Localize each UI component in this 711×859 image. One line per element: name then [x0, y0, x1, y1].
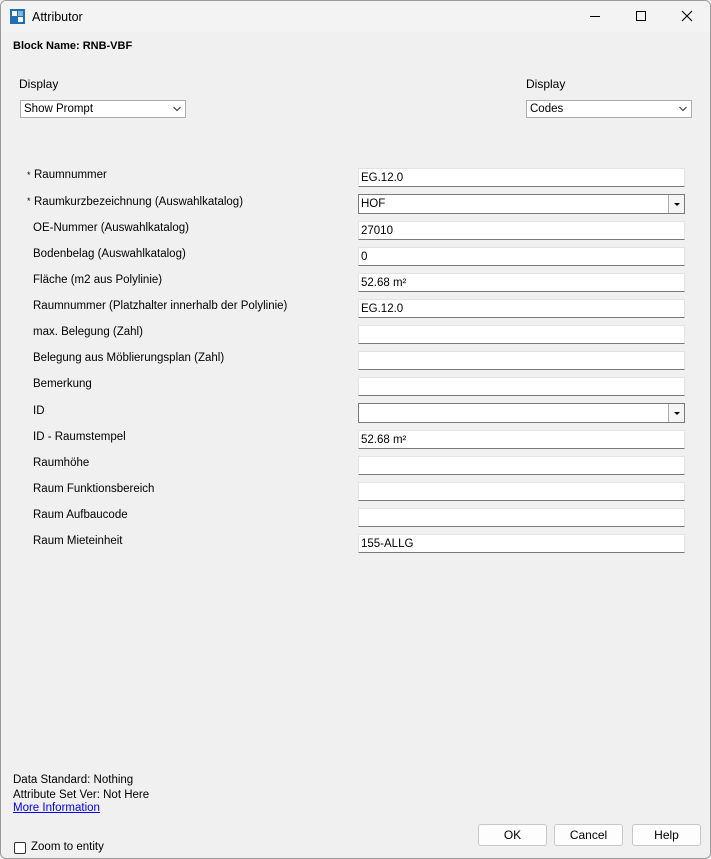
attr-label-mieteinheit: Raum Mieteinheit	[33, 535, 123, 547]
attr-field-max-belegung[interactable]	[358, 325, 685, 344]
attr-field-funktionsbereich[interactable]	[358, 482, 685, 501]
minimize-button[interactable]	[572, 1, 618, 32]
attr-label-raumnummer: Raumnummer	[34, 169, 107, 181]
attr-field-bodenbelag[interactable]: 0	[358, 247, 685, 266]
dropdown-arrow-icon	[674, 412, 680, 415]
attribute-set-text: Attribute Set Ver: Not Here	[13, 789, 150, 801]
attr-value-raumkurzbezeichnung: HOF	[361, 198, 386, 210]
window-title: Attributor	[32, 10, 83, 24]
close-icon	[681, 10, 693, 22]
display-left-label: Display	[19, 77, 59, 91]
chevron-down-icon	[173, 106, 181, 112]
chevron-down-icon	[679, 106, 687, 112]
attr-label-flaeche: Fläche (m2 aus Polylinie)	[33, 274, 163, 286]
attr-field-aufbaucode[interactable]	[358, 508, 685, 527]
maximize-icon	[636, 11, 646, 21]
attr-label-aufbaucode: Raum Aufbaucode	[33, 509, 128, 521]
data-standard-text: Data Standard: Nothing	[13, 774, 134, 786]
attr-select-raumkurzbezeichnung[interactable]: HOF	[358, 194, 685, 214]
more-information-link[interactable]: More Information	[13, 802, 100, 814]
display-right-label: Display	[526, 77, 566, 91]
attr-label-belegung-moeblierung: Belegung aus Möblierungsplan (Zahl)	[33, 352, 225, 364]
attr-field-id-raumstempel[interactable]: 52.68 m²	[358, 430, 685, 449]
maximize-button[interactable]	[618, 1, 664, 32]
title-bar[interactable]: Attributor	[1, 1, 710, 32]
attr-label-bemerkung: Bemerkung	[33, 378, 92, 390]
ok-button[interactable]: OK	[478, 824, 547, 846]
attr-field-mieteinheit[interactable]: 155-ALLG	[358, 534, 685, 553]
dropdown-arrow-icon	[674, 203, 680, 206]
block-name: Block Name: RNB-VBF	[13, 40, 133, 52]
help-button[interactable]: Help	[632, 824, 701, 846]
display-left-select[interactable]: Show Prompt	[20, 100, 186, 118]
attr-label-max-belegung: max. Belegung (Zahl)	[33, 326, 143, 338]
app-icon	[10, 9, 25, 24]
attr-field-raumnummer[interactable]: EG.12.0	[358, 168, 685, 187]
cancel-button[interactable]: Cancel	[554, 824, 623, 846]
attr-label-raumhoehe: Raumhöhe	[33, 457, 90, 469]
zoom-to-entity-label[interactable]: Zoom to entity	[31, 841, 104, 853]
close-button[interactable]	[664, 1, 710, 32]
required-marker: *	[27, 170, 31, 180]
display-right-value: Codes	[530, 103, 564, 115]
attr-label-raumkurzbezeichnung: Raumkurzbezeichnung (Auswahlkatalog)	[34, 196, 244, 208]
attr-field-raumnummer-platzhalter[interactable]: EG.12.0	[358, 299, 685, 318]
attr-label-id-raumstempel: ID - Raumstempel	[33, 431, 126, 443]
attr-field-flaeche[interactable]: 52.68 m²	[358, 273, 685, 292]
attr-field-belegung-moeblierung[interactable]	[358, 351, 685, 370]
attr-field-oe-nummer[interactable]: 27010	[358, 221, 685, 240]
attributor-window: Attributor Block Name: RNB-VBF Display S…	[0, 0, 711, 859]
attr-label-funktionsbereich: Raum Funktionsbereich	[33, 483, 155, 495]
dropdown-button[interactable]	[668, 195, 684, 213]
attr-select-id[interactable]	[358, 403, 685, 423]
required-marker: *	[27, 196, 31, 206]
attr-field-raumhoehe[interactable]	[358, 456, 685, 475]
dropdown-button[interactable]	[668, 404, 684, 422]
attr-label-bodenbelag: Bodenbelag (Auswahlkatalog)	[33, 248, 186, 260]
zoom-to-entity-checkbox[interactable]	[14, 842, 26, 854]
attr-label-id: ID	[33, 405, 45, 417]
attr-field-bemerkung[interactable]	[358, 377, 685, 396]
display-right-select[interactable]: Codes	[526, 100, 692, 118]
minimize-icon	[590, 16, 600, 17]
display-left-value: Show Prompt	[24, 103, 94, 115]
attr-label-oe-nummer: OE-Nummer (Auswahlkatalog)	[33, 222, 189, 234]
attr-label-raumnummer-platzhalter: Raumnummer (Platzhalter innerhalb der Po…	[33, 300, 288, 312]
